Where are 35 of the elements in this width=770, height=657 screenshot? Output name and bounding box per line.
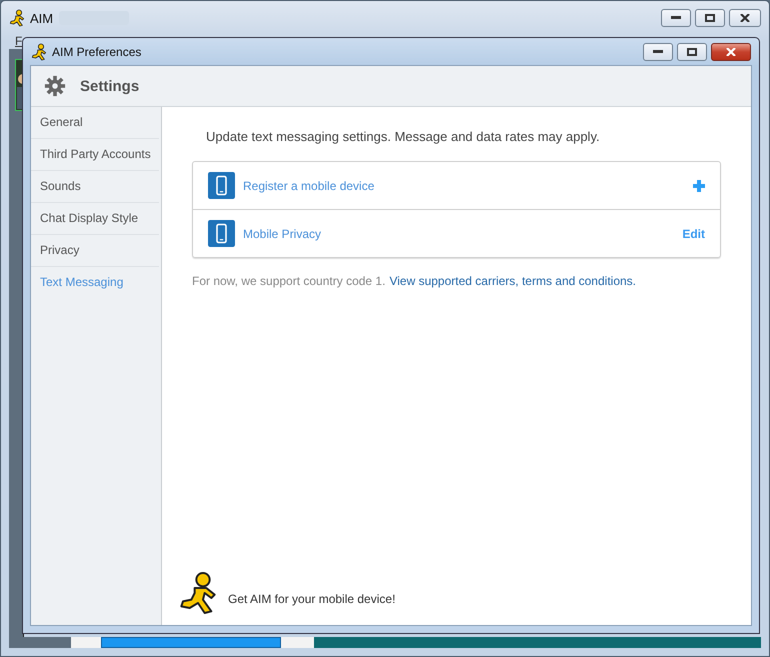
option-link[interactable]: Register a mobile device — [243, 178, 374, 192]
header-title: Settings — [80, 78, 140, 94]
minimize-button[interactable] — [643, 42, 673, 60]
promo-text: Get AIM for your mobile device! — [228, 592, 396, 606]
close-button[interactable] — [711, 42, 751, 60]
close-icon — [726, 48, 736, 56]
carriers-link[interactable]: View supported carriers, terms and conditions. — [389, 274, 636, 288]
sidebar-item[interactable]: Third Party Accounts — [31, 139, 159, 171]
maximize-button[interactable] — [695, 9, 725, 27]
close-button[interactable] — [729, 9, 761, 27]
maximize-icon — [705, 14, 715, 22]
settings-icon — [44, 75, 66, 97]
close-icon — [740, 14, 750, 22]
add-button[interactable] — [693, 180, 705, 192]
maximize-icon — [687, 48, 697, 56]
window-title: AIM — [30, 10, 54, 26]
menu-item[interactable]: F — [15, 34, 22, 48]
note-text: For now, we support country code 1. — [192, 274, 386, 288]
runner-icon — [9, 9, 25, 27]
sidebar-item[interactable]: Privacy — [31, 235, 159, 267]
runner-icon — [31, 42, 47, 60]
runner-icon — [178, 571, 218, 615]
minimize-icon — [671, 16, 681, 20]
phone-icon — [208, 220, 235, 247]
phone-icon — [208, 172, 235, 199]
plus-icon — [693, 180, 705, 192]
sidebar-item[interactable]: Sounds — [31, 171, 159, 203]
sidebar-item[interactable]: Chat Display Style — [31, 203, 159, 235]
option-link[interactable]: Mobile Privacy — [243, 226, 322, 240]
minimize-button[interactable] — [661, 9, 691, 27]
window-title: AIM Preferences — [52, 44, 142, 58]
intro-text: Update text messaging settings. Message and data rates may apply. — [206, 129, 601, 144]
sidebar-item[interactable]: General — [31, 107, 159, 139]
maximize-button[interactable] — [677, 42, 707, 60]
minimize-icon — [653, 50, 663, 54]
